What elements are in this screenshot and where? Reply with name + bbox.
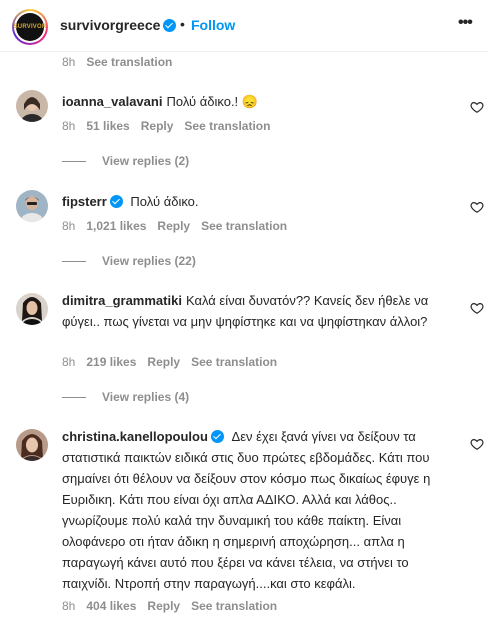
commenter-avatar[interactable] (16, 190, 48, 222)
comment-meta-partial: 8h See translation (62, 55, 183, 69)
follow-button[interactable]: Follow (191, 17, 235, 33)
like-heart-icon[interactable] (470, 100, 484, 114)
account-avatar[interactable]: SURVIVOR (12, 9, 48, 45)
account-avatar-logo: SURVIVOR (14, 13, 46, 41)
replies-divider-line (62, 396, 86, 398)
view-replies-button[interactable]: View replies (2) (62, 154, 189, 168)
see-translation-link[interactable]: See translation (191, 599, 277, 613)
reply-button[interactable]: Reply (157, 219, 190, 233)
reply-button[interactable]: Reply (147, 355, 180, 369)
comment-time: 8h (62, 119, 76, 133)
comment-body: fipsterr Πολύ άδικο. (62, 191, 458, 212)
comment-body: christina.kanellopoulou Δεν έχει ξανά γί… (62, 426, 458, 594)
comment-likes[interactable]: 219 likes (86, 355, 136, 369)
comment-time: 8h (62, 599, 76, 613)
comment-time: 8h (62, 355, 76, 369)
account-username[interactable]: survivorgreece (60, 17, 177, 33)
comment-meta: 8h 1,021 likes Reply See translation (62, 219, 298, 233)
account-username-text[interactable]: survivorgreece (60, 17, 160, 33)
comment-likes[interactable]: 404 likes (86, 599, 136, 613)
commenter-username-text[interactable]: christina.kanellopoulou (62, 429, 208, 444)
comment-body: dimitra_grammatiki Καλά είναι δυνατόν?? Κ… (62, 290, 458, 332)
commenter-avatar[interactable] (16, 429, 48, 461)
commenter-avatar[interactable] (16, 90, 48, 122)
reply-button[interactable]: Reply (147, 599, 180, 613)
like-heart-icon[interactable] (470, 437, 484, 451)
commenter-avatar[interactable] (16, 293, 48, 325)
commenter-username-text[interactable]: fipsterr (62, 194, 107, 209)
comment-text: Δεν έχει ξανά γίνει να δείξουν τα στατισ… (62, 429, 431, 591)
comment-time: 8h (62, 219, 76, 233)
view-replies-button[interactable]: View replies (4) (62, 390, 189, 404)
commenter-username[interactable]: fipsterr (62, 194, 123, 209)
comment-meta: 8h 51 likes Reply See translation (62, 119, 281, 133)
comment-meta: 8h 219 likes Reply See translation (62, 355, 288, 369)
like-heart-icon[interactable] (470, 301, 484, 315)
view-replies-label[interactable]: View replies (2) (102, 154, 189, 168)
comment-time: 8h (62, 55, 76, 69)
comment-meta: 8h 404 likes Reply See translation (62, 599, 288, 613)
view-replies-button[interactable]: View replies (22) (62, 254, 196, 268)
commenter-username[interactable]: ioanna_valavani (62, 94, 162, 109)
commenter-username[interactable]: christina.kanellopoulou (62, 429, 224, 444)
reply-button[interactable]: Reply (141, 119, 174, 133)
comment-likes[interactable]: 51 likes (86, 119, 129, 133)
replies-divider-line (62, 160, 86, 162)
more-horizontal-icon[interactable]: ••• (458, 14, 473, 32)
see-translation-link[interactable]: See translation (184, 119, 270, 133)
separator-dot: • (180, 16, 185, 32)
verified-badge-icon (210, 430, 224, 443)
view-replies-label[interactable]: View replies (22) (102, 254, 196, 268)
see-translation-link[interactable]: See translation (191, 355, 277, 369)
replies-divider-line (62, 260, 86, 262)
comment-text: Πολύ άδικο.! 😞 (166, 94, 258, 109)
verified-badge-icon (109, 195, 123, 208)
comment-text: Πολύ άδικο. (130, 194, 199, 209)
view-replies-label[interactable]: View replies (4) (102, 390, 189, 404)
post-header: SURVIVOR survivorgreece • Follow ••• (0, 0, 488, 52)
see-translation-link[interactable]: See translation (86, 55, 172, 69)
commenter-username[interactable]: dimitra_grammatiki (62, 293, 182, 308)
like-heart-icon[interactable] (470, 200, 484, 214)
comment-body: ioanna_valavani Πολύ άδικο.! 😞 (62, 91, 458, 112)
verified-badge-icon (163, 19, 177, 32)
see-translation-link[interactable]: See translation (201, 219, 287, 233)
comment-likes[interactable]: 1,021 likes (86, 219, 146, 233)
